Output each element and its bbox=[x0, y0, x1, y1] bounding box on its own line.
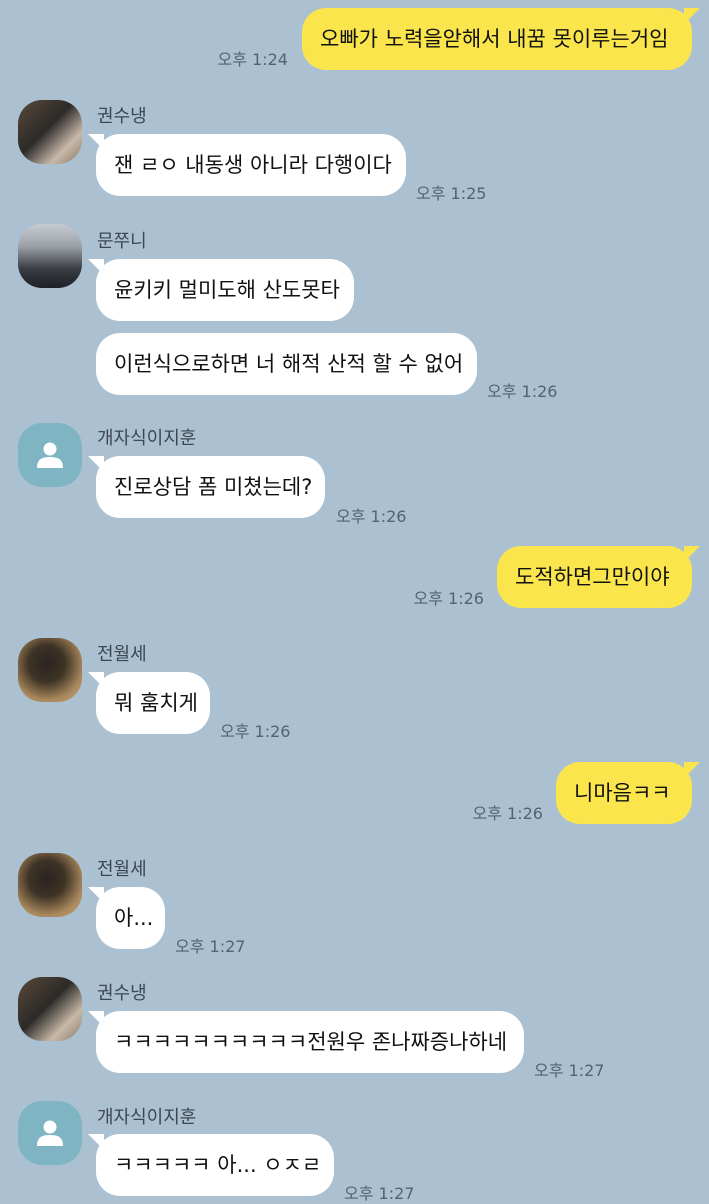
sender-name: 개자식이지훈 bbox=[97, 428, 197, 449]
message-time: 오후 1:27 bbox=[534, 1061, 605, 1080]
sender-name: 전월세 bbox=[97, 644, 147, 665]
message-bubble[interactable]: ㅋㅋㅋㅋㅋ 아... ㅇㅈㄹ bbox=[88, 1134, 334, 1196]
avatar[interactable] bbox=[18, 853, 82, 917]
avatar[interactable] bbox=[18, 638, 82, 702]
message-time: 오후 1:26 bbox=[472, 804, 543, 823]
message-time: 오후 1:26 bbox=[487, 382, 558, 401]
message-bubble[interactable]: 이런식으로하면 너 해적 산적 할 수 없어 bbox=[96, 333, 477, 395]
avatar[interactable] bbox=[18, 977, 82, 1041]
avatar[interactable] bbox=[18, 100, 82, 164]
avatar[interactable] bbox=[18, 1101, 82, 1165]
message-bubble[interactable]: 진로상담 폼 미쳤는데? bbox=[88, 456, 325, 518]
sender-name: 권수냉 bbox=[97, 106, 147, 127]
message-time: 오후 1:25 bbox=[416, 184, 487, 203]
sender-name: 권수냉 bbox=[97, 983, 147, 1004]
message-bubble[interactable]: ㅋㅋㅋㅋㅋㅋㅋㅋㅋㅋ전원우 존나짜증나하네 bbox=[88, 1011, 524, 1073]
message-time: 오후 1:26 bbox=[220, 722, 291, 741]
sender-name: 전월세 bbox=[97, 859, 147, 880]
message-bubble[interactable]: 뭐 훔치게 bbox=[88, 672, 210, 734]
sender-name: 개자식이지훈 bbox=[97, 1107, 197, 1128]
message-bubble[interactable]: 윤키키 멀미도해 산도못타 bbox=[88, 259, 354, 321]
message-bubble[interactable]: 아... bbox=[88, 887, 165, 949]
message-time: 오후 1:26 bbox=[413, 589, 484, 608]
message-time: 오후 1:24 bbox=[217, 50, 288, 69]
default-person-icon bbox=[37, 1120, 63, 1146]
avatar[interactable] bbox=[18, 224, 82, 288]
default-person-icon bbox=[37, 442, 63, 468]
my-message-bubble[interactable]: 니마음ㅋㅋ bbox=[556, 762, 700, 824]
avatar[interactable] bbox=[18, 423, 82, 487]
message-bubble[interactable]: 잰 ㄹㅇ 내동생 아니라 다행이다 bbox=[88, 134, 406, 196]
message-time: 오후 1:26 bbox=[336, 507, 407, 526]
message-time: 오후 1:27 bbox=[175, 937, 246, 956]
sender-name: 문쭈니 bbox=[97, 231, 147, 252]
message-time: 오후 1:27 bbox=[344, 1184, 415, 1203]
my-message-bubble[interactable]: 도적하면그만이야 bbox=[497, 546, 700, 608]
my-message-bubble[interactable]: 오빠가 노력을앋해서 내꿈 못이루는거임 bbox=[302, 8, 700, 70]
